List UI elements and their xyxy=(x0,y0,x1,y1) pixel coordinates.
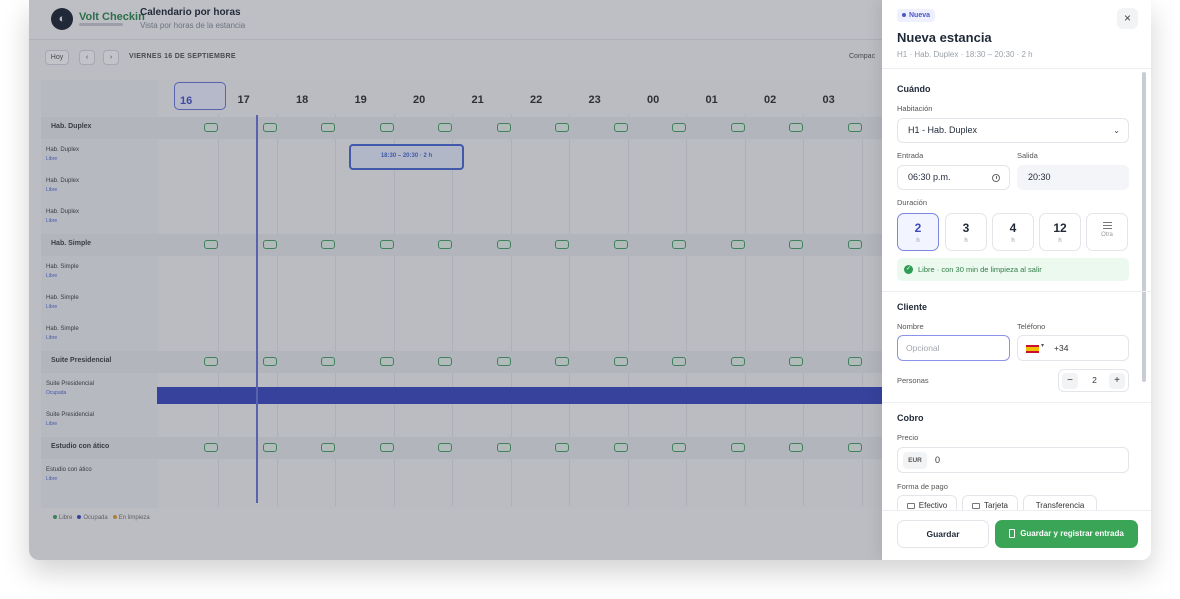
duration-option-3h[interactable]: 3 h xyxy=(945,213,987,251)
checkout-label: Salida xyxy=(1017,151,1038,160)
name-input[interactable] xyxy=(897,335,1010,361)
payment-label: Forma de pago xyxy=(897,482,948,491)
persons-stepper: − 2 + xyxy=(1058,369,1129,392)
section-divider xyxy=(882,291,1151,292)
availability-notice: ✓ Libre · con 30 min de limpieza al sali… xyxy=(897,258,1129,281)
drawer-title: Nueva estancia xyxy=(897,30,992,45)
checkout-time-field: 20:30 xyxy=(1017,165,1129,190)
phone-field[interactable]: ▾ +34 xyxy=(1017,335,1129,361)
duration-option-12h[interactable]: 12 h xyxy=(1039,213,1081,251)
save-and-checkin-button[interactable]: Guardar y registrar entrada xyxy=(995,520,1138,548)
duration-unit: h xyxy=(964,238,968,244)
room-select-value: H1 - Hab. Duplex xyxy=(908,125,978,135)
phone-label: Teléfono xyxy=(1017,322,1046,331)
modal-backdrop[interactable] xyxy=(29,0,882,560)
section-divider xyxy=(882,402,1151,403)
section-when-title: Cuándo xyxy=(897,84,931,94)
section-client-title: Cliente xyxy=(897,302,928,312)
duration-value: 2 xyxy=(914,221,922,235)
price-value: 0 xyxy=(935,455,941,465)
duration-other-label: Otra xyxy=(1101,232,1113,238)
check-circle-icon: ✓ xyxy=(904,265,913,274)
close-button[interactable]: × xyxy=(1117,8,1138,29)
decrement-button[interactable]: − xyxy=(1062,373,1078,389)
checkin-time-field[interactable]: 06:30 p.m. xyxy=(897,165,1010,190)
duration-unit: h xyxy=(916,238,920,244)
door-icon xyxy=(1009,529,1016,539)
card-icon xyxy=(971,502,980,509)
price-label: Precio xyxy=(897,433,919,442)
availability-text: Libre · con 30 min de limpieza al salir xyxy=(918,265,1042,274)
duration-label: Duración xyxy=(897,198,928,207)
room-select[interactable]: H1 - Hab. Duplex ⌄ xyxy=(897,118,1129,143)
save-button[interactable]: Guardar xyxy=(897,520,989,548)
duration-value: 4 xyxy=(1009,221,1017,235)
drawer-scrollbar[interactable] xyxy=(1142,72,1146,382)
checkout-time-value: 20:30 xyxy=(1028,172,1051,182)
app-window: ◐ Volt Checkin Calendario por horas Vist… xyxy=(29,0,1151,560)
checkin-time-value: 06:30 p.m. xyxy=(908,172,951,182)
duration-option-2h[interactable]: 2 h xyxy=(897,213,939,251)
room-label: Habitación xyxy=(897,104,933,113)
drawer-subtitle: H1 · Hab. Duplex · 18:30 – 20:30 · 2 h xyxy=(897,50,1033,59)
currency-badge: EUR xyxy=(903,452,927,469)
persons-label: Personas xyxy=(897,376,929,385)
save-and-checkin-label: Guardar y registrar entrada xyxy=(1020,529,1124,538)
increment-button[interactable]: + xyxy=(1109,373,1125,389)
new-stay-drawer: Nueva × Nueva estancia H1 · Hab. Duplex … xyxy=(882,0,1151,560)
payment-card-label: Tarjeta xyxy=(983,501,1008,510)
chevron-down-icon: ⌄ xyxy=(1113,126,1120,135)
duration-option-4h[interactable]: 4 h xyxy=(992,213,1034,251)
spain-flag-icon[interactable] xyxy=(1026,345,1039,353)
name-label: Nombre xyxy=(897,322,924,331)
section-billing-title: Cobro xyxy=(897,413,924,423)
cash-icon xyxy=(906,502,915,509)
clock-icon[interactable] xyxy=(992,174,1000,182)
price-field[interactable]: EUR 0 xyxy=(897,447,1129,473)
caret-down-icon[interactable]: ▾ xyxy=(1041,342,1044,349)
drawer-footer: Guardar Guardar y registrar entrada xyxy=(882,510,1151,560)
header-divider xyxy=(882,68,1151,69)
sliders-icon xyxy=(1102,222,1112,229)
payment-cash-label: Efectivo xyxy=(918,501,948,510)
checkin-label: Entrada xyxy=(897,151,924,160)
persons-value: 2 xyxy=(1092,375,1097,385)
duration-unit: h xyxy=(1058,238,1062,244)
badge-label: Nueva xyxy=(909,12,931,19)
status-badge: Nueva xyxy=(897,9,936,22)
duration-option-other[interactable]: Otra xyxy=(1086,213,1128,251)
badge-dot-icon xyxy=(902,13,906,18)
duration-value: 12 xyxy=(1053,221,1067,235)
payment-transfer-label: Transferencia xyxy=(1035,501,1085,510)
phone-code: +34 xyxy=(1054,343,1069,353)
calendar-app: ◐ Volt Checkin Calendario por horas Vist… xyxy=(29,0,882,560)
duration-value: 3 xyxy=(962,221,970,235)
duration-unit: h xyxy=(1011,238,1015,244)
